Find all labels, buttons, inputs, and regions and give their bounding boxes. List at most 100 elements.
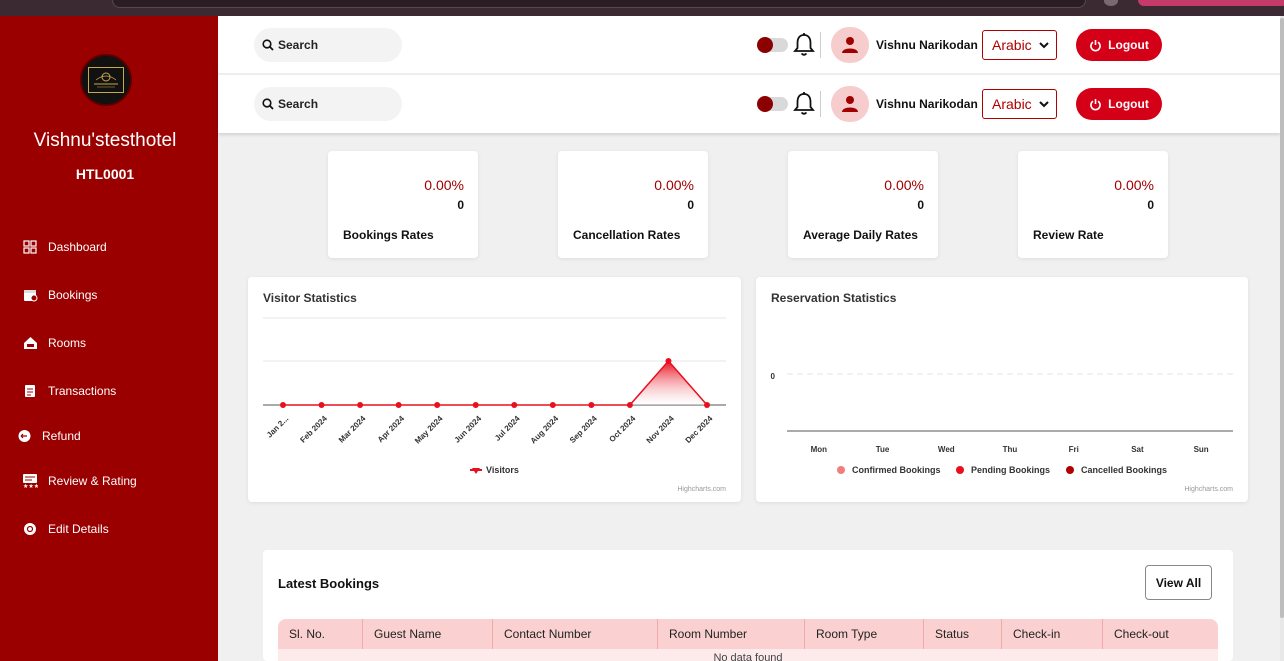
view-all-button[interactable]: View All: [1145, 565, 1212, 600]
chart-credit[interactable]: Highcharts.com: [1184, 486, 1233, 493]
stat-label: Review Rate: [1033, 228, 1104, 242]
header-divider: [820, 32, 821, 58]
search-input[interactable]: Search: [254, 28, 402, 62]
stat-percent: 0.00%: [654, 177, 694, 193]
x-tick-label: Apr 2024: [376, 414, 407, 445]
latest-bookings-panel: Latest Bookings View All Sl. No. Guest N…: [263, 550, 1233, 661]
user-name: Vishnu Narikodan: [876, 38, 978, 52]
reservation-statistics-panel: 0 Mon Tue Wed Thu Fri Sat Sun Confirmed Bookings…: [756, 277, 1248, 502]
column-header[interactable]: Check-in: [1002, 619, 1103, 649]
user-icon: [842, 37, 858, 53]
column-header[interactable]: Check-out: [1103, 619, 1218, 649]
column-header[interactable]: Status: [924, 619, 1002, 649]
data-point: [434, 402, 441, 408]
browser-address-bar[interactable]: [112, 0, 1086, 8]
stat-label: Average Daily Rates: [803, 228, 918, 242]
column-header[interactable]: Room Number: [658, 619, 805, 649]
stat-card-cancellation-rates: 0.00% 0 Cancellation Rates: [558, 151, 708, 258]
latest-bookings-title: Latest Bookings: [278, 576, 380, 591]
x-tick-label: Fri: [1069, 445, 1079, 454]
stat-card-average-daily-rates: 0.00% 0 Average Daily Rates: [788, 151, 938, 258]
column-header[interactable]: Contact Number: [493, 619, 658, 649]
legend-symbol: [956, 466, 964, 474]
legend-symbol: [837, 466, 845, 474]
search-input[interactable]: Search: [254, 87, 402, 121]
logout-button[interactable]: Logout: [1076, 88, 1162, 120]
x-tick-label: Tue: [876, 445, 890, 454]
document-icon: [22, 383, 38, 399]
data-point: [511, 402, 518, 408]
chart-credit[interactable]: Highcharts.com: [677, 486, 726, 493]
stat-card-review-rate: 0.00% 0 Review Rate: [1018, 151, 1168, 258]
sidebar-item-review-rating[interactable]: ★★★ Review & Rating: [22, 470, 137, 492]
sidebar-item-edit-details[interactable]: Edit Details: [22, 518, 109, 540]
header-divider: [820, 91, 821, 117]
hotel-code: HTL0001: [75, 166, 135, 182]
stat-count: 0: [917, 198, 924, 212]
sidebar-item-label: Transactions: [48, 384, 117, 398]
data-point: [318, 402, 325, 408]
svg-text:★★★: ★★★: [23, 483, 38, 489]
legend-item: Confirmed Bookings: [852, 465, 941, 475]
user-name: Vishnu Narikodan: [876, 97, 978, 111]
sidebar-item-transactions[interactable]: Transactions: [22, 380, 116, 402]
browser-chrome-strip: [0, 0, 1284, 16]
hotel-logo: [80, 54, 132, 106]
visitor-chart: Jan 2... Feb 2024 Mar 2024 Apr 2024 May 2024…: [263, 317, 726, 475]
bell-icon[interactable]: [792, 32, 816, 58]
logout-button[interactable]: Logout: [1076, 29, 1162, 61]
data-point: [665, 358, 672, 364]
language-select[interactable]: Arabic: [982, 30, 1057, 60]
language-select[interactable]: Arabic: [982, 89, 1057, 119]
stat-percent: 0.00%: [1114, 177, 1154, 193]
browser-profile-icon[interactable]: [1104, 0, 1118, 6]
sidebar: Vishnu'stesthotel HTL0001 Dashboard Book…: [0, 16, 218, 661]
bookings-table-header: Sl. No. Guest Name Contact Number Room N…: [278, 619, 1218, 649]
reservation-chart: 0 Mon Tue Wed Thu Fri Sat Sun Confirmed Bookings…: [771, 372, 1233, 475]
page-scrollbar[interactable]: [1280, 16, 1284, 661]
browser-tab-pill[interactable]: [1138, 0, 1284, 6]
visitor-statistics-panel: Jan 2... Feb 2024 Mar 2024 Apr 2024 May 2024…: [248, 277, 741, 502]
avatar[interactable]: [831, 27, 869, 63]
column-header[interactable]: Room Type: [805, 619, 924, 649]
stat-card-bookings-rates: 0.00% 0 Bookings Rates: [328, 151, 478, 258]
bell-icon[interactable]: [792, 91, 816, 117]
sidebar-item-bookings[interactable]: Bookings: [22, 284, 97, 306]
sidebar-item-refund[interactable]: Refund: [16, 425, 81, 447]
user-icon: [842, 96, 858, 112]
x-tick-label: Thu: [1003, 445, 1018, 454]
legend-item: Pending Bookings: [971, 465, 1050, 475]
logout-label: Logout: [1108, 38, 1149, 52]
x-tick-label: Mar 2024: [337, 414, 368, 445]
x-tick-label: Jul 2024: [493, 414, 522, 443]
legend-item-visitors: Visitors: [486, 465, 519, 475]
settings-icon: [22, 521, 38, 537]
x-tick-label: Feb 2024: [298, 414, 329, 445]
stat-label: Bookings Rates: [343, 228, 434, 242]
x-tick-label: Nov 2024: [645, 414, 677, 446]
x-tick-label: Oct 2024: [607, 414, 637, 444]
data-point: [588, 402, 595, 408]
x-tick-label: Jan 2...: [265, 414, 291, 440]
legend-item: Cancelled Bookings: [1081, 465, 1167, 475]
x-tick-label: May 2024: [413, 414, 445, 446]
chart-title: Reservation Statistics: [771, 291, 897, 305]
logout-label: Logout: [1108, 97, 1149, 111]
theme-toggle[interactable]: [757, 96, 788, 112]
sidebar-item-rooms[interactable]: Rooms: [22, 332, 86, 354]
x-tick-label: Mon: [811, 445, 828, 454]
data-point: [357, 402, 364, 408]
stat-label: Cancellation Rates: [573, 228, 681, 242]
theme-toggle[interactable]: [757, 37, 788, 53]
column-header[interactable]: Guest Name: [363, 619, 493, 649]
legend-symbol: [1066, 466, 1074, 474]
search-label: Search: [278, 38, 319, 52]
column-header[interactable]: Sl. No.: [278, 619, 363, 649]
data-point: [626, 402, 633, 408]
sidebar-item-label: Refund: [42, 429, 81, 443]
x-tick-label: Dec 2024: [684, 414, 715, 445]
sidebar-item-dashboard[interactable]: Dashboard: [22, 236, 107, 258]
avatar[interactable]: [831, 86, 869, 122]
data-point: [549, 402, 556, 408]
stat-percent: 0.00%: [884, 177, 924, 193]
